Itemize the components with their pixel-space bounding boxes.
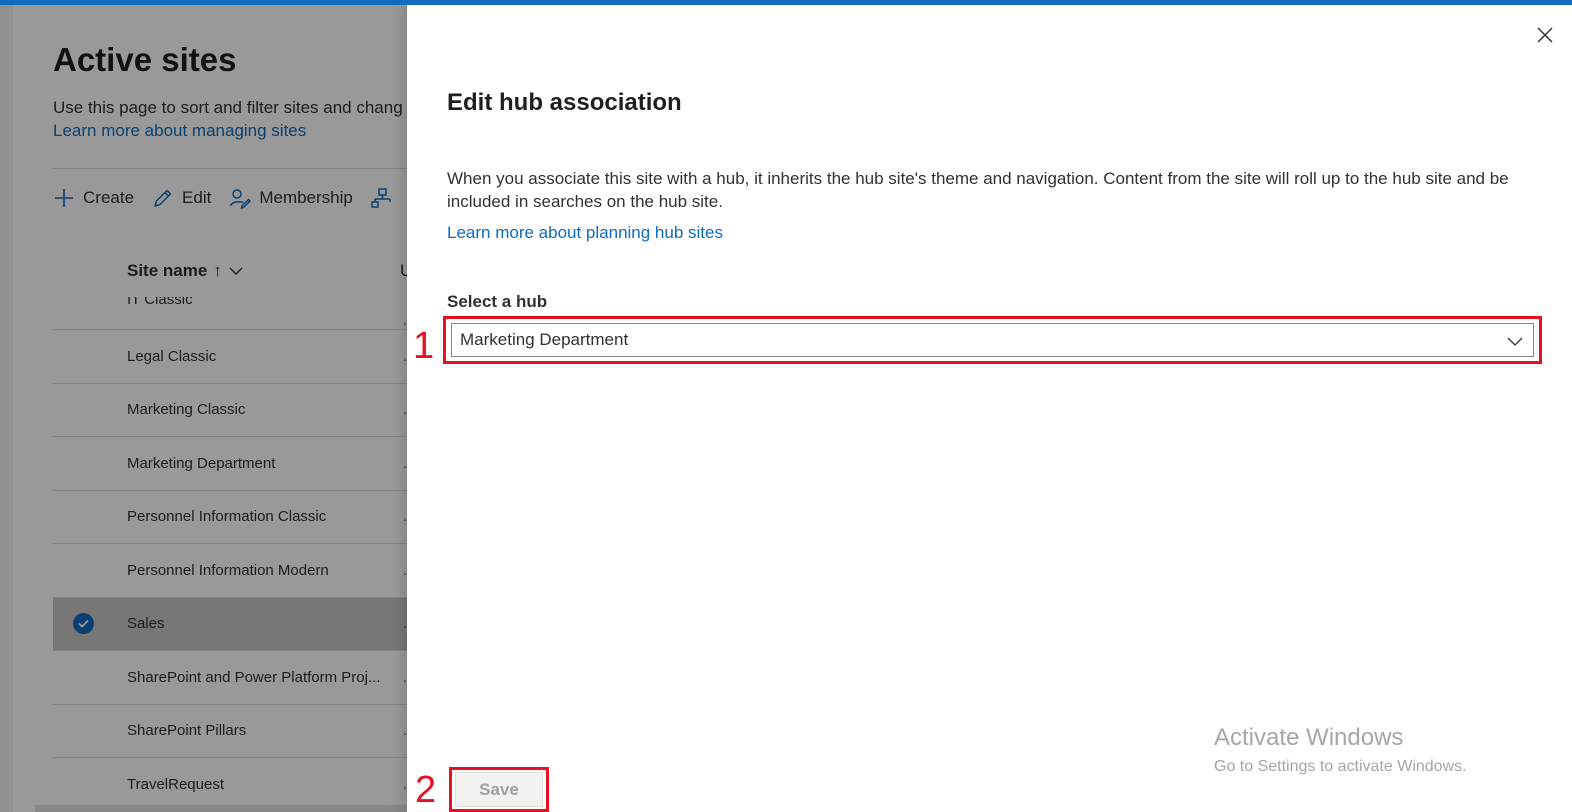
close-icon — [1537, 27, 1553, 43]
activate-windows-title: Activate Windows — [1214, 724, 1404, 751]
activate-windows-subtitle: Go to Settings to activate Windows. — [1214, 758, 1467, 775]
modal-overlay[interactable] — [0, 5, 407, 812]
panel-title: Edit hub association — [447, 89, 682, 116]
chevron-down-icon — [1507, 337, 1523, 346]
annotation-step-2: 2 — [415, 769, 437, 811]
annotation-step-1: 1 — [413, 325, 435, 367]
selected-hub-value: Marketing Department — [460, 330, 629, 349]
panel-description: When you associate this site with a hub,… — [447, 169, 1509, 211]
edit-hub-association-panel: Edit hub association When you associate … — [407, 5, 1572, 812]
top-accent-bar — [0, 0, 1572, 5]
horizontal-scrollbar[interactable] — [35, 805, 407, 812]
learn-more-hub-sites-link[interactable]: Learn more about planning hub sites — [447, 223, 723, 243]
close-button[interactable] — [1535, 25, 1555, 45]
save-button[interactable]: Save — [455, 772, 543, 807]
hub-select-dropdown[interactable]: Marketing Department — [451, 323, 1534, 357]
select-hub-label: Select a hub — [447, 292, 548, 311]
